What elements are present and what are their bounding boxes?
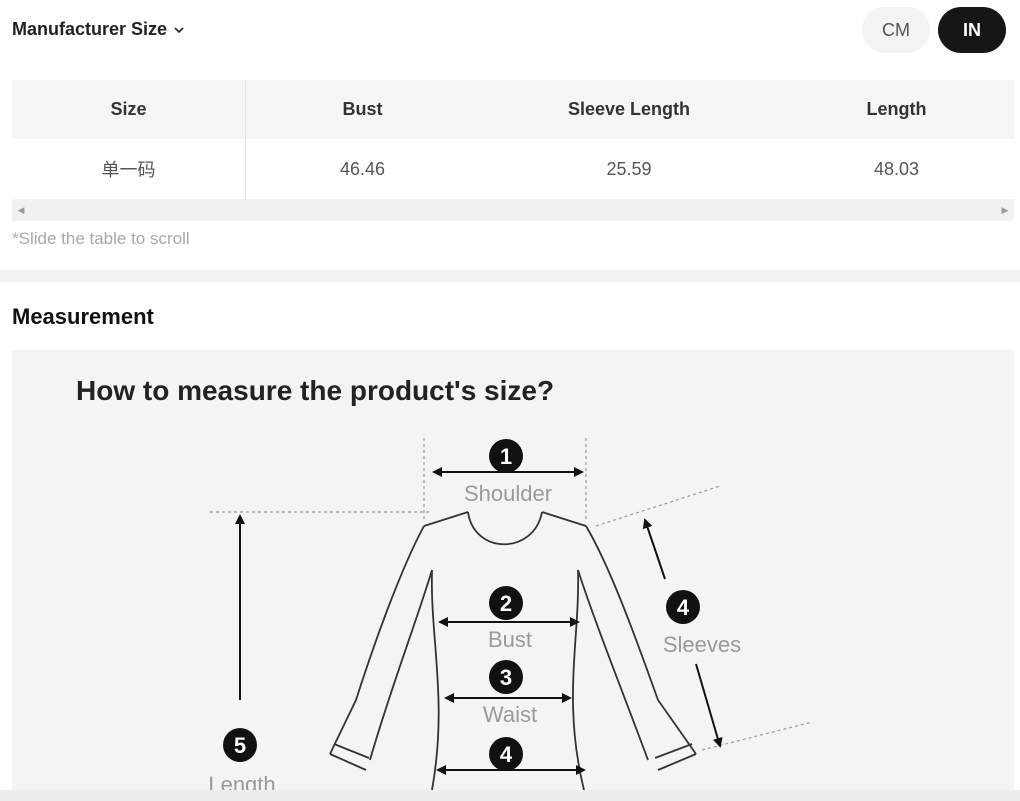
cell-sleeve-length: 25.59	[606, 158, 652, 179]
measure-point-hem: 4	[489, 737, 523, 771]
table-row: 单一码 46.46 25.59 48.03	[12, 139, 1014, 199]
measure-label-length: Length	[208, 772, 275, 790]
column-header-length: Length	[866, 99, 927, 119]
measure-number-4-hem: 4	[500, 742, 513, 767]
cell-length: 48.03	[873, 158, 920, 179]
size-table: Size Bust Sleeve Length Length 单一码 46.46…	[12, 80, 1014, 199]
table-horizontal-scrollbar[interactable]: ◀ ▶	[12, 199, 1014, 221]
scroll-hint-text: *Slide the table to scroll	[12, 229, 190, 248]
cell-bust: 46.46	[339, 158, 386, 179]
table-header-row: Size Bust Sleeve Length Length	[12, 80, 1014, 139]
garment-illustration: How to measure the product's size? 1 Sho…	[76, 375, 813, 790]
measure-point-waist: 3 Waist	[483, 660, 537, 727]
measurement-section-title: Measurement	[12, 304, 154, 329]
measure-point-sleeves: 4 Sleeves	[663, 590, 741, 657]
measurement-diagram: How to measure the product's size? 1 Sho…	[12, 350, 1014, 790]
section-divider	[0, 270, 1020, 282]
size-guide-page: Manufacturer Size CM IN Size Bust Sleeve…	[0, 0, 1020, 801]
measure-label-sleeves: Sleeves	[663, 632, 741, 657]
manufacturer-size-dropdown[interactable]: Manufacturer Size	[12, 19, 185, 40]
measure-number-5: 5	[234, 733, 246, 758]
size-guide-header: Manufacturer Size CM IN	[0, 0, 1020, 62]
column-header-sleeve-length: Sleeve Length	[567, 99, 691, 119]
manufacturer-size-label: Manufacturer Size	[12, 19, 168, 39]
scroll-right-arrow-icon[interactable]: ▶	[996, 199, 1014, 221]
measure-number-2: 2	[500, 591, 512, 616]
unit-in-button[interactable]: IN	[938, 7, 1006, 53]
measurement-arrows	[235, 467, 723, 775]
column-header-size: Size	[12, 80, 246, 139]
scroll-left-arrow-icon[interactable]: ◀	[12, 199, 30, 221]
bottom-divider	[0, 790, 1020, 801]
diagram-title: How to measure the product's size?	[76, 375, 554, 406]
unit-cm-button[interactable]: CM	[862, 7, 930, 53]
measure-point-length: 5 Length	[208, 728, 276, 790]
column-header-bust: Bust	[342, 99, 383, 119]
measure-number-3: 3	[500, 665, 512, 690]
cell-size: 单一码	[12, 139, 246, 199]
measure-number-4: 4	[677, 595, 690, 620]
chevron-down-icon	[174, 26, 184, 33]
measure-label-shoulder: Shoulder	[464, 481, 552, 506]
measure-label-bust: Bust	[488, 627, 532, 652]
measure-number-1: 1	[500, 444, 512, 469]
measure-point-bust: 2 Bust	[488, 586, 532, 652]
measure-label-waist: Waist	[483, 702, 537, 727]
